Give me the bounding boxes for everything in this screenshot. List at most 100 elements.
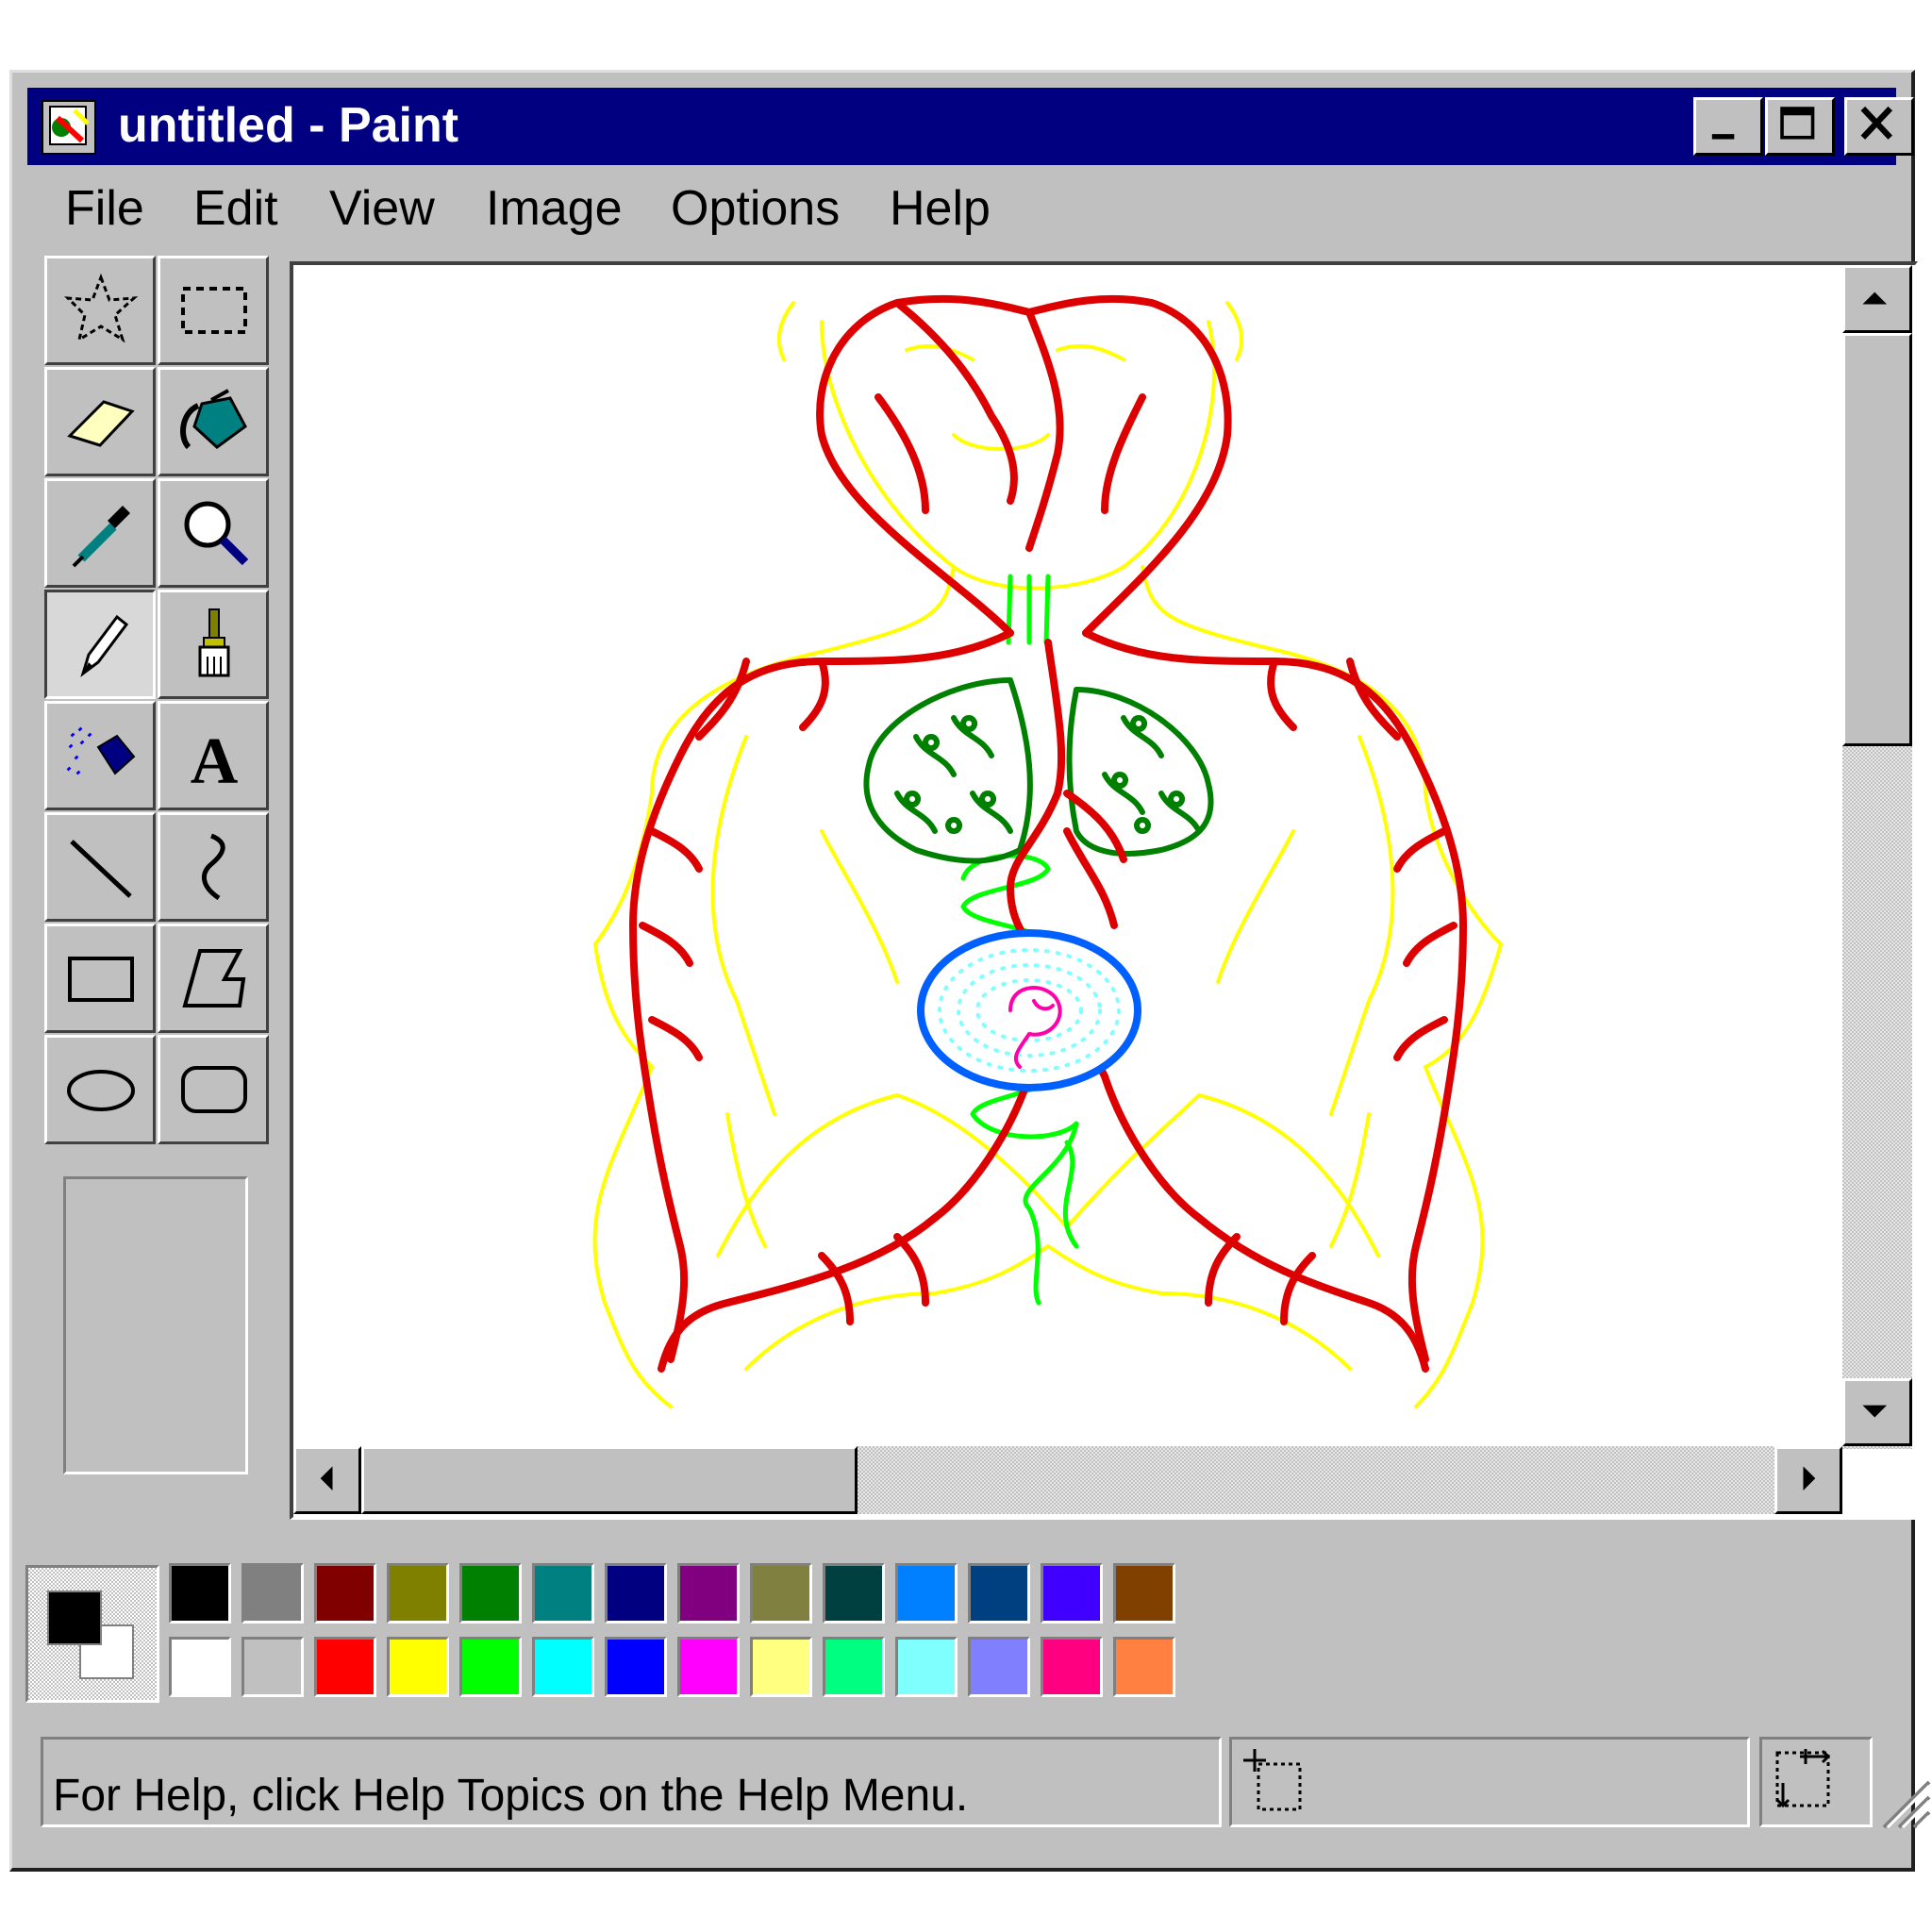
arrow-left-icon xyxy=(320,1466,333,1491)
palette-swatch[interactable] xyxy=(387,1563,449,1624)
tool-curve[interactable] xyxy=(158,812,269,922)
tool-airbrush[interactable] xyxy=(44,701,156,810)
arrow-down-icon xyxy=(1862,1405,1888,1418)
status-size-pane xyxy=(1759,1737,1873,1827)
palette-swatch[interactable] xyxy=(1113,1563,1175,1624)
paint-app-icon[interactable] xyxy=(41,99,97,156)
tool-brush[interactable] xyxy=(158,590,269,699)
canvas-area xyxy=(290,261,1918,1520)
menu-image[interactable]: Image xyxy=(486,171,623,246)
tool-rectangle[interactable] xyxy=(44,924,156,1033)
ellipse-icon xyxy=(67,1070,135,1111)
vertical-scrollbar[interactable] xyxy=(1842,265,1912,1449)
womb xyxy=(917,929,1141,1091)
tool-text[interactable]: A xyxy=(158,701,269,810)
scroll-up-button[interactable] xyxy=(1842,265,1912,333)
minimize-icon xyxy=(1711,134,1735,140)
resize-grip-icon[interactable] xyxy=(1874,1773,1931,1829)
text-tool-glyph: A xyxy=(191,725,239,796)
palette-swatch[interactable] xyxy=(677,1637,740,1697)
line-icon xyxy=(70,840,132,898)
close-button[interactable] xyxy=(1844,97,1914,156)
palette-swatch[interactable] xyxy=(242,1637,304,1697)
palette-swatch[interactable] xyxy=(750,1563,812,1624)
status-bar: For Help, click Help Topics on the Help … xyxy=(12,1733,1931,1837)
menu-file[interactable]: File xyxy=(65,171,144,246)
airbrush-icon xyxy=(66,726,136,775)
palette-swatch[interactable] xyxy=(169,1563,231,1624)
palette-swatch[interactable] xyxy=(314,1563,376,1624)
free-form-select-icon xyxy=(64,273,139,343)
palette-swatch[interactable] xyxy=(387,1637,449,1697)
tool-line[interactable] xyxy=(44,812,156,922)
tool-select[interactable] xyxy=(158,256,269,365)
magnifier-icon xyxy=(184,501,249,566)
paint-window: untitled - Paint File Edit View Image Op… xyxy=(9,70,1931,1872)
close-icon xyxy=(1860,106,1893,140)
palette-swatch[interactable] xyxy=(1113,1637,1175,1697)
horizontal-scrollbar[interactable] xyxy=(293,1446,1842,1514)
tool-fill[interactable] xyxy=(158,367,269,476)
minimize-button[interactable] xyxy=(1693,97,1763,156)
menu-options[interactable]: Options xyxy=(671,171,840,246)
tool-eraser[interactable] xyxy=(44,367,156,476)
palette-swatch[interactable] xyxy=(459,1637,522,1697)
polygon-icon xyxy=(182,949,246,1008)
tool-free-form-select[interactable] xyxy=(44,256,156,365)
horizontal-scroll-thumb[interactable] xyxy=(361,1446,858,1514)
text-icon: A xyxy=(191,725,239,796)
palette-swatch[interactable] xyxy=(750,1637,812,1697)
title-bar[interactable]: untitled - Paint xyxy=(27,88,1914,165)
palette-swatch[interactable] xyxy=(895,1563,958,1624)
tool-pencil[interactable] xyxy=(44,590,156,699)
tool-polygon[interactable] xyxy=(158,924,269,1033)
tool-rounded-rectangle[interactable] xyxy=(158,1035,269,1144)
palette-swatch[interactable] xyxy=(1041,1563,1103,1624)
window-title: untitled - Paint xyxy=(118,98,459,153)
palette-swatch[interactable] xyxy=(677,1563,740,1624)
arrow-right-icon xyxy=(1803,1466,1816,1491)
tool-pick-color[interactable] xyxy=(44,478,156,588)
curve-icon xyxy=(202,833,225,901)
tool-options-box[interactable] xyxy=(63,1176,248,1474)
tool-ellipse[interactable] xyxy=(44,1035,156,1144)
rectangle-select-icon xyxy=(181,287,247,334)
palette-swatch[interactable] xyxy=(459,1563,522,1624)
rectangle-icon xyxy=(68,957,134,1002)
tool-magnifier[interactable] xyxy=(158,478,269,588)
foreground-color-swatch[interactable] xyxy=(47,1591,102,1645)
palette-swatch[interactable] xyxy=(1041,1637,1103,1697)
current-colors[interactable] xyxy=(25,1565,159,1703)
palette-swatch[interactable] xyxy=(605,1563,667,1624)
palette-swatch[interactable] xyxy=(823,1563,885,1624)
status-help-pane: For Help, click Help Topics on the Help … xyxy=(41,1737,1222,1827)
palette-swatch[interactable] xyxy=(242,1563,304,1624)
brush-icon xyxy=(198,608,230,677)
rounded-rectangle-icon xyxy=(181,1066,247,1113)
pencil-icon xyxy=(80,614,129,677)
palette-swatch[interactable] xyxy=(169,1637,231,1697)
palette-swatch[interactable] xyxy=(895,1637,958,1697)
arrow-up-icon xyxy=(1862,291,1888,305)
scroll-right-button[interactable] xyxy=(1774,1446,1842,1514)
vertical-scroll-thumb[interactable] xyxy=(1842,333,1912,746)
drawing-canvas[interactable] xyxy=(293,265,1840,1444)
selection-size-icon xyxy=(1775,1749,1831,1808)
scroll-down-button[interactable] xyxy=(1842,1378,1912,1446)
status-help-text: For Help, click Help Topics on the Help … xyxy=(53,1771,969,1821)
maximize-button[interactable] xyxy=(1765,97,1835,156)
menu-help[interactable]: Help xyxy=(890,171,991,246)
palette-swatch[interactable] xyxy=(314,1637,376,1697)
palette-swatch[interactable] xyxy=(968,1563,1030,1624)
palette-swatch[interactable] xyxy=(823,1637,885,1697)
palette-swatch[interactable] xyxy=(605,1637,667,1697)
palette-swatch[interactable] xyxy=(532,1637,594,1697)
palette-swatch[interactable] xyxy=(532,1563,594,1624)
palette-swatch[interactable] xyxy=(968,1637,1030,1697)
paint-bucket-icon xyxy=(180,389,247,450)
scroll-left-button[interactable] xyxy=(293,1446,361,1514)
menu-edit[interactable]: Edit xyxy=(193,171,278,246)
status-position-pane xyxy=(1229,1737,1750,1827)
color-palette xyxy=(169,1563,1188,1705)
menu-view[interactable]: View xyxy=(329,171,435,246)
